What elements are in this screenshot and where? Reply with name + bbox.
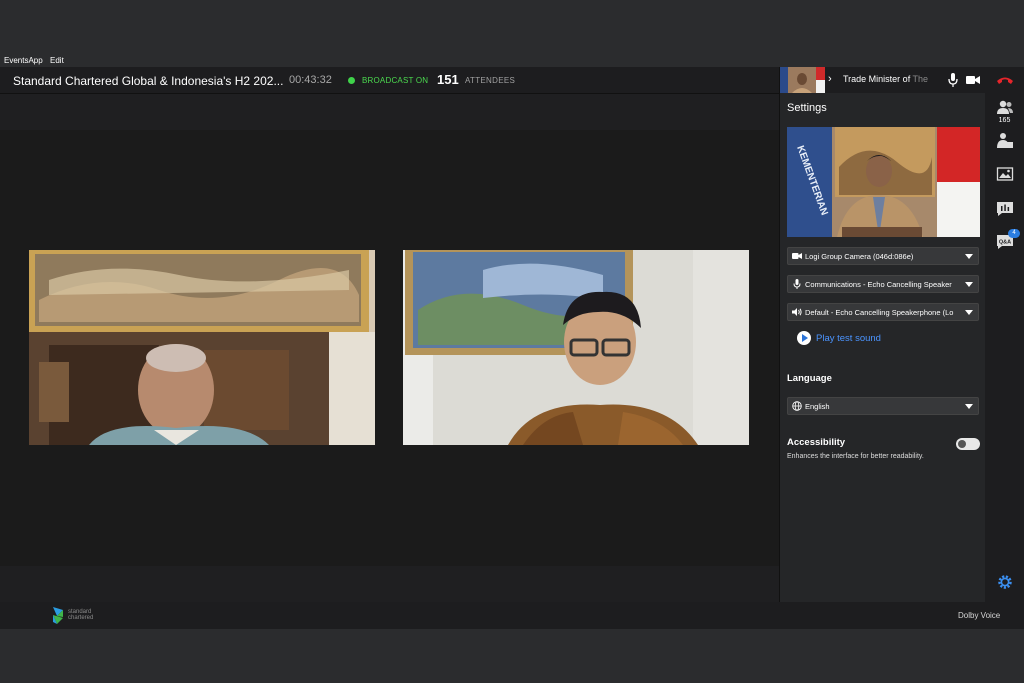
chat-poll-icon[interactable] (996, 200, 1014, 218)
settings-title: Settings (787, 102, 827, 114)
microphone-icon (793, 279, 801, 289)
screen-bottom-margin (0, 629, 1024, 683)
microphone-select[interactable]: Communications - Echo Cancelling Speaker (787, 275, 979, 293)
chevron-down-icon (965, 310, 973, 315)
event-timer: 00:43:32 (289, 74, 332, 86)
language-select[interactable]: English (787, 397, 979, 415)
presenter-icon[interactable] (996, 132, 1014, 150)
menu-bar: EventsApp Edit (0, 53, 1024, 67)
camera-preview-image: KEMENTERIAN (787, 127, 980, 237)
brand-wordmark: standard chartered (68, 609, 93, 621)
speaker-icon (792, 308, 802, 316)
menu-edit[interactable]: Edit (50, 56, 64, 65)
chevron-down-icon (965, 404, 973, 409)
speaker-select[interactable]: Default - Echo Cancelling Speakerphone (… (787, 303, 979, 321)
brand-line-2: chartered (68, 615, 94, 621)
play-test-sound-label: Play test sound (816, 333, 881, 344)
chevron-down-icon (965, 254, 973, 259)
language-title: Language (787, 373, 832, 384)
broadcast-status: BROADCAST ON (362, 76, 429, 85)
camera-select-value: Logi Group Camera (046d:086e) (805, 252, 914, 261)
qa-badge: 4 (1008, 229, 1020, 238)
gear-icon[interactable] (996, 573, 1014, 591)
accessibility-title: Accessibility (787, 437, 846, 448)
speaker-select-value: Default - Echo Cancelling Speakerphone (… (805, 308, 954, 317)
standard-chartered-logo (53, 607, 63, 624)
globe-icon (792, 401, 802, 411)
live-indicator-icon (348, 77, 355, 84)
media-image-icon[interactable] (996, 165, 1014, 183)
chevron-down-icon (965, 282, 973, 287)
dolby-voice-label: Dolby Voice (958, 611, 1001, 620)
language-select-value: English (805, 402, 830, 411)
camera-select[interactable]: Logi Group Camera (046d:086e) (787, 247, 979, 265)
toggle-knob (958, 440, 966, 448)
chevron-right-icon[interactable]: › (828, 73, 832, 85)
attendee-count: 151 (437, 72, 459, 87)
video-tile-participant-2[interactable] (403, 250, 749, 445)
speaker-name-faded: The (910, 74, 929, 84)
event-header: Standard Chartered Global & Indonesia's … (0, 67, 779, 94)
icon-rail: 165 Q&A 4 (985, 67, 1024, 602)
accessibility-toggle[interactable] (956, 438, 980, 450)
side-panel: › Trade Minister of The Settings KEMENTE… (779, 67, 986, 602)
microphone-icon[interactable] (948, 73, 958, 87)
camera-icon[interactable] (966, 75, 980, 85)
footer-bar: standard chartered Dolby Voice (0, 602, 1024, 629)
attendees-label: ATTENDEES (465, 76, 516, 85)
speaker-name-main: Trade Minister of (843, 74, 911, 84)
menu-eventsapp[interactable]: EventsApp (4, 56, 43, 65)
accessibility-description: Enhances the interface for better readab… (787, 453, 924, 460)
event-title: Standard Chartered Global & Indonesia's … (13, 74, 284, 88)
speaker-thumbnail[interactable] (780, 67, 825, 93)
active-speaker-bar: › Trade Minister of The (780, 67, 986, 93)
participants-icon[interactable] (996, 99, 1014, 117)
hang-up-icon[interactable] (996, 72, 1014, 90)
participant-2-video-image (403, 250, 749, 445)
camera-preview: KEMENTERIAN (787, 127, 980, 237)
active-speaker-name: Trade Minister of The (843, 74, 933, 84)
video-tile-participant-1[interactable] (29, 250, 375, 445)
screen-top-margin (0, 0, 1024, 53)
qa-icon-label: Q&A (999, 240, 1011, 246)
participant-1-video-image (29, 250, 375, 445)
speaker-thumbnail-image (780, 67, 825, 93)
play-triangle (802, 334, 808, 342)
participants-count: 165 (998, 117, 1011, 124)
microphone-select-value: Communications - Echo Cancelling Speaker (805, 280, 952, 289)
video-camera-icon (792, 253, 802, 259)
